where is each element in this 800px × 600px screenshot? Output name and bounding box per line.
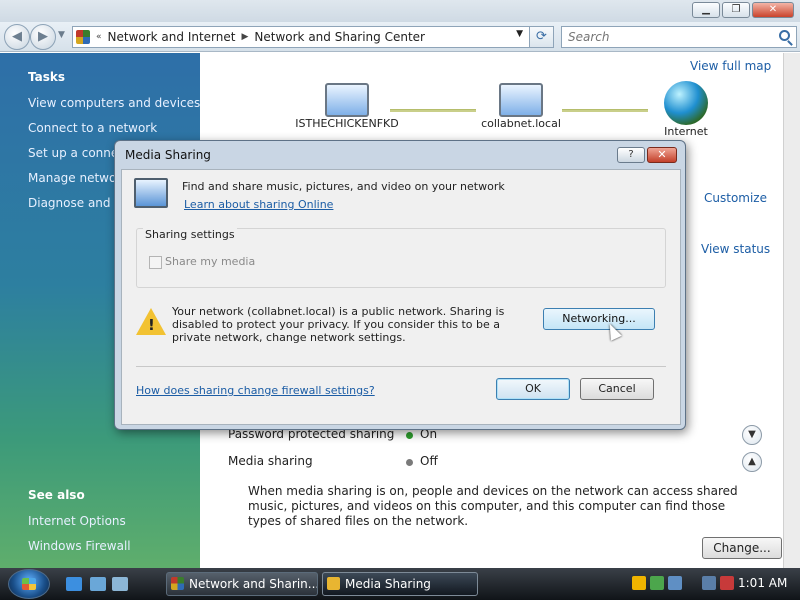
help-button[interactable]: ? — [617, 147, 645, 163]
sharing-row-value: Off — [420, 454, 438, 468]
view-status-link[interactable]: View status — [701, 242, 770, 256]
status-off-icon — [406, 459, 413, 466]
window-titlebar: ▁ ❐ ✕ — [0, 0, 800, 22]
dialog-body: Find and share music, pictures, and vide… — [121, 169, 681, 425]
show-desktop-icon[interactable] — [90, 577, 106, 591]
notification-area: 1:01 AM — [628, 572, 800, 596]
warning-text: Your network (collabnet.local) is a publ… — [172, 305, 505, 344]
navigation-bar: ◀ ▶ ▼ « Network and Internet ▶ Network a… — [0, 22, 800, 52]
forward-arrow-icon[interactable]: ▶ — [30, 24, 56, 50]
map-node-label: Internet — [664, 125, 708, 138]
breadcrumb-network-and-internet[interactable]: Network and Internet — [104, 30, 240, 44]
network-icon — [499, 83, 543, 117]
taskbar: Network and Sharin... Media Sharing 1:01… — [0, 568, 800, 600]
minimize-button[interactable]: ▁ — [692, 2, 720, 18]
tasks-heading: Tasks — [28, 70, 66, 84]
firewall-settings-link[interactable]: How does sharing change firewall setting… — [136, 384, 375, 397]
close-button[interactable]: ✕ — [752, 2, 794, 18]
recent-pages-dropdown-icon[interactable]: ▼ — [58, 30, 65, 40]
windows-defender-icon[interactable] — [650, 576, 664, 590]
refresh-icon[interactable]: ⟳ — [530, 26, 554, 48]
see-also-windows-firewall[interactable]: Windows Firewall — [28, 539, 131, 553]
search-box[interactable] — [561, 26, 797, 48]
sharing-row-label: Media sharing — [228, 454, 313, 468]
collapse-chevron-icon[interactable]: ▲ — [742, 452, 762, 472]
search-input[interactable] — [568, 30, 768, 44]
status-on-icon — [406, 432, 413, 439]
network-center-icon — [76, 30, 90, 44]
share-my-media-checkbox[interactable] — [149, 256, 162, 269]
vertical-scrollbar[interactable] — [783, 53, 800, 568]
cancel-button[interactable]: Cancel — [580, 378, 654, 400]
start-button[interactable] — [8, 569, 50, 599]
task-view-computers[interactable]: View computers and devices — [28, 96, 200, 110]
see-also-internet-options[interactable]: Internet Options — [28, 514, 126, 528]
computer-icon — [325, 83, 369, 117]
maximize-button[interactable]: ❐ — [722, 2, 750, 18]
map-node-label: ISTHECHICKENFKD — [295, 117, 399, 130]
view-full-map-link[interactable]: View full map — [690, 59, 771, 73]
taskbar-item-media-sharing[interactable]: Media Sharing — [322, 572, 478, 596]
dialog-close-button[interactable]: ✕ — [647, 147, 677, 163]
task-connect-to-network[interactable]: Connect to a network — [28, 121, 157, 135]
taskbar-item-label: Media Sharing — [345, 577, 431, 591]
volume-muted-icon[interactable] — [720, 576, 734, 590]
map-node-computer[interactable]: ISTHECHICKENFKD — [292, 83, 402, 130]
dialog-title: Media Sharing — [125, 148, 211, 162]
map-node-label: collabnet.local — [481, 117, 561, 130]
media-sharing-icon — [134, 178, 168, 208]
network-status-icon[interactable] — [668, 576, 682, 590]
media-sharing-dialog: Media Sharing ? ✕ Find and share music, … — [114, 140, 686, 430]
breadcrumb-network-and-sharing-center[interactable]: Network and Sharing Center — [250, 30, 429, 44]
checkbox-label: Share my media — [165, 255, 256, 268]
networking-button[interactable]: Networking... — [543, 308, 655, 330]
back-arrow-icon[interactable]: ◀ — [4, 24, 30, 50]
network-center-icon — [171, 577, 184, 590]
divider — [136, 366, 666, 367]
address-dropdown-icon[interactable]: ▼ — [516, 29, 523, 39]
network-tray-icon[interactable] — [702, 576, 716, 590]
map-node-internet[interactable]: Internet — [656, 81, 716, 138]
internet-globe-icon — [664, 81, 708, 125]
customize-link[interactable]: Customize — [704, 191, 767, 205]
taskbar-item-network-center[interactable]: Network and Sharin... — [166, 572, 318, 596]
ok-button[interactable]: OK — [496, 378, 570, 400]
breadcrumb-separator-icon[interactable]: ▶ — [239, 32, 250, 42]
ie-icon[interactable] — [66, 577, 82, 591]
change-button[interactable]: Change... — [702, 537, 782, 559]
media-sharing-icon — [327, 577, 340, 590]
see-also-heading: See also — [28, 488, 85, 502]
warning-exclamation-icon: ! — [148, 316, 155, 334]
map-node-network[interactable]: collabnet.local — [468, 83, 574, 130]
address-bar[interactable]: « Network and Internet ▶ Network and Sha… — [72, 26, 530, 48]
security-shield-icon[interactable] — [632, 576, 646, 590]
expand-chevron-icon[interactable]: ▼ — [742, 425, 762, 445]
search-icon[interactable] — [779, 30, 790, 41]
connection-line — [562, 109, 648, 112]
connection-line — [390, 109, 476, 112]
breadcrumb-overflow-icon[interactable]: « — [94, 32, 104, 42]
dialog-intro-text: Find and share music, pictures, and vide… — [182, 180, 505, 193]
sharing-settings-group: Sharing settings Share my media — [136, 228, 666, 288]
taskbar-item-label: Network and Sharin... — [189, 577, 318, 591]
clock[interactable]: 1:01 AM — [738, 576, 787, 590]
group-label: Sharing settings — [143, 228, 237, 241]
switch-windows-icon[interactable] — [112, 577, 128, 591]
learn-about-sharing-link[interactable]: Learn about sharing Online — [184, 198, 333, 211]
media-sharing-description: When media sharing is on, people and dev… — [248, 484, 738, 528]
sharing-row-media: Media sharing Off ▲ — [222, 449, 772, 476]
caption-buttons: ▁ ❐ ✕ — [692, 2, 794, 18]
